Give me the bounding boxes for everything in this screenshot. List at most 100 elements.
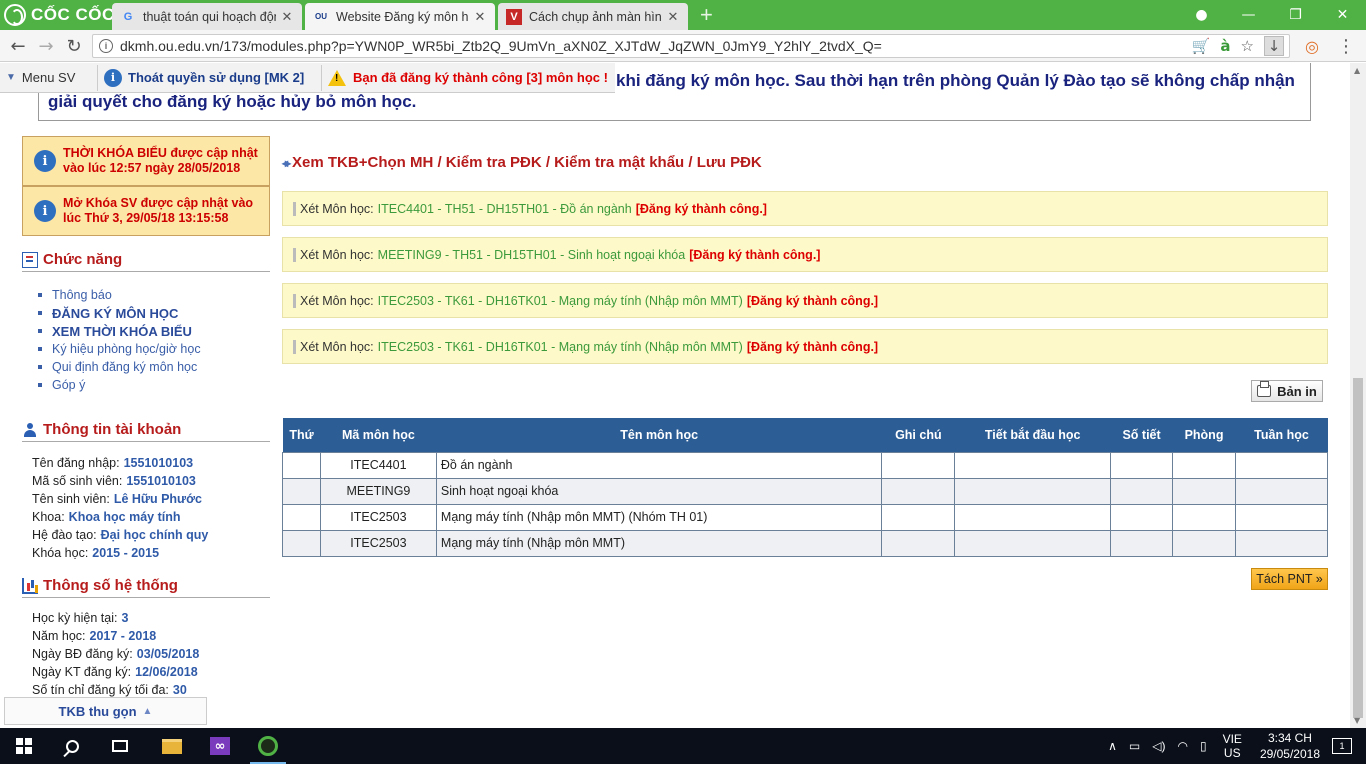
chart-icon: [22, 577, 38, 594]
wifi-icon[interactable]: ◠: [1178, 739, 1188, 753]
system-info: Học kỳ hiện tại: 3 Năm học: 2017 - 2018 Ng…: [32, 609, 199, 699]
account-row: Khóa học: 2015 - 2015: [32, 546, 160, 560]
system-heading: Thông số hệ thống: [22, 577, 270, 598]
table-header-row: Thứ Mã môn học Tên môn học Ghi chú Tiết …: [282, 418, 1328, 452]
notice-line-1: khi đăng ký môn học. Sau thời hạn trên p…: [616, 71, 1295, 90]
start-button[interactable]: [0, 728, 48, 764]
system-row: Ngày KT đăng ký: 12/06/2018: [32, 665, 198, 679]
close-tab-icon[interactable]: ✕: [280, 9, 294, 25]
folder-icon: [162, 738, 182, 754]
function-link-room-codes[interactable]: Ký hiệu phòng học/giờ học: [38, 340, 201, 358]
back-arrow-icon[interactable]: ←: [8, 36, 28, 57]
timetable-table: Thứ Mã môn học Tên môn học Ghi chú Tiết …: [282, 418, 1328, 557]
function-link-notice[interactable]: Thông báo: [38, 286, 201, 304]
user-icon: [22, 422, 38, 438]
functions-list: Thông báo ĐĂNG KÝ MÔN HỌC XEM THỜI KHÓA …: [38, 286, 201, 394]
bookmark-star-icon[interactable]: ☆: [1241, 37, 1254, 55]
shopping-cart-icon[interactable]: 🛒: [1192, 37, 1211, 55]
split-pnt-button[interactable]: Tách PNT »: [1251, 568, 1328, 590]
scroll-thumb[interactable]: [1353, 378, 1363, 718]
student-quickbar: ▼ Menu SV i Thoát quyền sử dụng [MK 2] B…: [0, 63, 615, 93]
registration-count-warning[interactable]: Bạn đã đăng ký thành công [3] môn học !: [322, 65, 614, 91]
address-input[interactable]: i dkmh.ou.edu.vn/173/modules.php?p=YWN0P…: [92, 34, 1290, 58]
battery-icon[interactable]: ▯: [1200, 739, 1207, 753]
windows-taskbar: ∞ ∧ ▭ ◁) ◠ ▯ VIE US 3:34 CH 29/05/2018 1: [0, 728, 1366, 764]
function-link-feedback[interactable]: Góp ý: [38, 376, 201, 394]
col-header: Mã môn học: [320, 418, 437, 452]
system-row: Học kỳ hiện tại: 3: [32, 611, 129, 625]
account-heading: Thông tin tài khoản: [22, 421, 270, 442]
forward-arrow-icon[interactable]: →: [36, 36, 56, 57]
tab-google-search[interactable]: G thuật toán qui hoạch động ✕: [112, 3, 302, 30]
col-header: Tên môn học: [436, 418, 882, 452]
address-toolbar: ← → ↻ i dkmh.ou.edu.vn/173/modules.php?p…: [0, 30, 1366, 62]
close-window-icon[interactable]: ✕: [1319, 0, 1366, 30]
search-button[interactable]: [48, 728, 96, 764]
coccoc-logo-icon: [4, 4, 26, 26]
col-header: Số tiết: [1110, 418, 1173, 452]
dropdown-triangle-icon: ▼: [6, 72, 16, 83]
function-link-rules[interactable]: Qui định đăng ký môn học: [38, 358, 201, 376]
restore-icon[interactable]: ❐: [1272, 0, 1319, 30]
function-link-register[interactable]: ĐĂNG KÝ MÔN HỌC: [38, 304, 201, 322]
scroll-up-icon[interactable]: ▲: [1354, 66, 1360, 75]
registration-result: Xét Môn học: ITEC2503 - TK61 - DH16TK01 -…: [282, 283, 1328, 318]
browser-menu-icon[interactable]: ⋮: [1336, 36, 1356, 57]
reload-icon[interactable]: ↻: [64, 36, 84, 57]
language-indicator[interactable]: VIE US: [1223, 732, 1242, 760]
notepad-icon: [22, 251, 38, 268]
printer-icon: [1257, 381, 1272, 397]
tab-registration-site[interactable]: OU Website Đăng ký môn học ✕: [305, 3, 495, 30]
close-tab-icon[interactable]: ✕: [666, 9, 680, 25]
scroll-down-icon[interactable]: ▼: [1354, 716, 1360, 725]
window-controls: ● — ❐ ✕: [1178, 0, 1366, 30]
logout-button[interactable]: i Thoát quyền sử dụng [MK 2]: [98, 64, 322, 91]
coccoc-taskbar-button[interactable]: [244, 728, 292, 764]
url-text: dkmh.ou.edu.vn/173/modules.php?p=YWN0P_W…: [120, 38, 882, 54]
info-icon: i: [104, 68, 122, 87]
col-header: Ghi chú: [881, 418, 955, 452]
clock[interactable]: 3:34 CH 29/05/2018: [1260, 730, 1320, 762]
tkb-collapse-button[interactable]: TKB thu gọn ▲: [4, 697, 207, 725]
browser-brand[interactable]: CỐC CỐC: [4, 3, 115, 27]
notice-line-2: giải quyết cho đăng ký hoặc hủy bỏ môn h…: [48, 92, 417, 111]
network-icon[interactable]: ▭: [1129, 739, 1140, 753]
tray-chevron-icon[interactable]: ∧: [1108, 739, 1117, 753]
menu-sv-button[interactable]: ▼ Menu SV: [0, 64, 98, 91]
google-icon: G: [123, 10, 133, 23]
close-tab-icon[interactable]: ✕: [473, 9, 487, 25]
table-row: ITEC2503 Mạng máy tính (Nhập môn MMT): [282, 529, 1328, 557]
volume-icon[interactable]: ◁): [1152, 739, 1165, 753]
task-view-button[interactable]: [96, 728, 144, 764]
url-actions: 🛒 à ☆ ↓: [1192, 34, 1284, 58]
info-icon: i: [34, 200, 56, 222]
function-link-timetable[interactable]: XEM THỜI KHÓA BIỂU: [38, 322, 201, 340]
double-arrow-icon: ◂▸: [282, 155, 291, 170]
account-row: Hệ đào tạo: Đại học chính quy: [32, 528, 209, 542]
system-row: Ngày BĐ đăng ký: 03/05/2018: [32, 647, 200, 661]
page-scrollbar[interactable]: ▲ ▼: [1350, 63, 1366, 728]
ou-site-icon: OU: [315, 12, 327, 21]
functions-heading: Chức năng: [22, 251, 270, 272]
account-row: Mã số sinh viên: 1551010103: [32, 474, 196, 488]
breadcrumb: ◂▸ Xem TKB+Chọn MH / Kiểm tra PĐK / Kiểm…: [282, 154, 762, 171]
notification-center-icon[interactable]: 1: [1332, 738, 1352, 754]
print-button[interactable]: Bản in: [1251, 380, 1323, 402]
download-icon[interactable]: ↓: [1264, 36, 1284, 56]
minimize-icon[interactable]: —: [1225, 0, 1272, 30]
translate-icon[interactable]: à: [1220, 37, 1230, 55]
extension-icon[interactable]: ◎: [1302, 36, 1322, 56]
site-info-icon[interactable]: i: [99, 39, 113, 53]
search-icon: [65, 739, 79, 753]
profile-icon[interactable]: ●: [1178, 0, 1225, 30]
table-row: MEETING9 Sinh hoạt ngoại khóa: [282, 477, 1328, 505]
windows-logo-icon: [16, 738, 32, 754]
file-explorer-button[interactable]: [148, 728, 196, 764]
tab-screenshot-guide[interactable]: V Cách chụp ảnh màn hình ✕: [498, 3, 688, 30]
brand-label: CỐC CỐC: [31, 5, 115, 24]
col-header: Tiết bắt đầu học: [954, 418, 1111, 452]
new-tab-button[interactable]: +: [700, 2, 713, 28]
visual-studio-button[interactable]: ∞: [196, 728, 244, 764]
warning-icon: [328, 69, 346, 86]
table-row: ITEC4401 Đồ án ngành: [282, 451, 1328, 479]
